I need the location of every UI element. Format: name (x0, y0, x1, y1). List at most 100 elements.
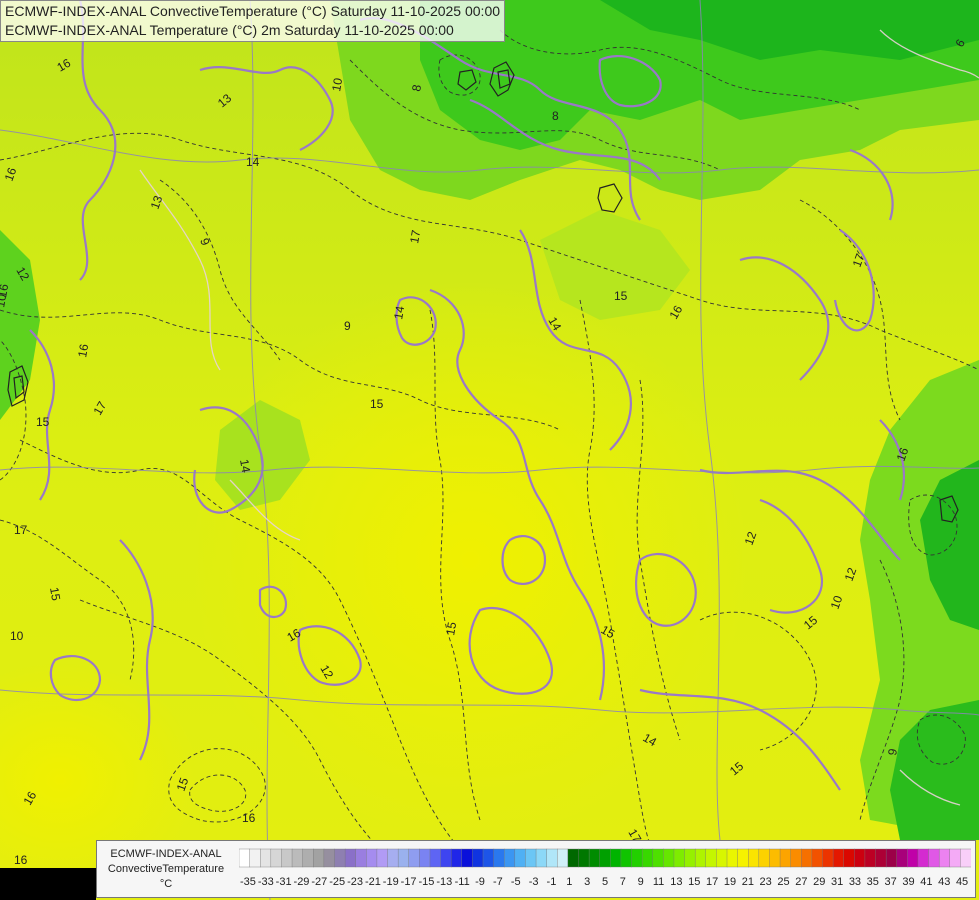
colorbar-cell (960, 848, 971, 868)
colorbar-cell (801, 848, 813, 868)
warm-area-central (190, 280, 750, 840)
colorbar-cell (355, 848, 367, 868)
colorbar-cell (376, 848, 389, 868)
colorbar-cell (429, 848, 442, 868)
map-title-box: ECMWF-INDEX-ANAL ConvectiveTemperature (… (0, 0, 506, 42)
colorbar-cell (716, 848, 728, 868)
colorbar-cell (482, 848, 495, 868)
contour-label: 16 (75, 343, 91, 359)
weather-map: 16 16 15 14 13 10 8 8 15 16 17 16 15 14 … (0, 0, 979, 900)
colorbar-cell (567, 848, 579, 868)
legend-title: ECMWF-INDEX-ANAL ConvectiveTemperature °… (101, 847, 231, 892)
colorbar-tick-label: -33 (258, 876, 274, 888)
colorbar-cell (323, 848, 335, 868)
contour-label: 10 (329, 77, 345, 93)
colorbar-cell (239, 848, 251, 868)
colorbar-cell (779, 848, 792, 868)
colorbar-cell (832, 848, 845, 868)
colorbar-tick-label: 33 (849, 876, 861, 888)
colorbar-cell (673, 848, 686, 868)
colorbar-cell (599, 848, 611, 868)
colorbar-cell (281, 848, 293, 868)
colorbar-cell (641, 848, 654, 868)
no-data-corner (0, 868, 96, 900)
colorbar-tick-label: -25 (329, 876, 345, 888)
colorbar-tick-label: 1 (566, 876, 572, 888)
colorbar-cell (588, 848, 601, 868)
colorbar-cell (938, 848, 951, 868)
colorbar-cell (705, 848, 717, 868)
legend-unit: °C (159, 878, 173, 890)
contour-label: 14 (391, 305, 407, 321)
colorbar-cell (822, 848, 834, 868)
colorbar-tick-label: 21 (742, 876, 754, 888)
contour-label: 15 (443, 621, 459, 637)
colorbar-tick-label: 37 (885, 876, 897, 888)
legend-model: ECMWF-INDEX-ANAL (110, 848, 222, 860)
colorbar-tick-label: -23 (347, 876, 363, 888)
colorbar-tick-label: 41 (920, 876, 932, 888)
contour-label: 14 (237, 458, 253, 474)
colorbar-cell (885, 848, 898, 868)
colorbar-tick-label: -9 (475, 876, 485, 888)
colorbar-tick-label: -27 (311, 876, 327, 888)
colorbar-cell (472, 848, 484, 868)
colorbar-cell (875, 848, 887, 868)
colorbar-cell (291, 848, 304, 868)
colorbar-tick-label: 17 (706, 876, 718, 888)
contour-label: 16 (242, 811, 256, 825)
colorbar-cell (557, 848, 569, 868)
colorbar-tick-label: -31 (276, 876, 292, 888)
colorbar-cell (928, 848, 940, 868)
colorbar-tick-label: 35 (867, 876, 879, 888)
colorbar-tick-label: -3 (529, 876, 539, 888)
contour-label: 15 (614, 289, 628, 303)
colorbar-cell (535, 848, 548, 868)
colorbar-tick-label: 3 (584, 876, 590, 888)
contour-label: 15 (370, 397, 384, 411)
colorbar-tick-label: 39 (902, 876, 914, 888)
colorbar-cell (652, 848, 664, 868)
colorbar-cell (694, 848, 707, 868)
colorbar-cell (514, 848, 526, 868)
contour-label: 9 (344, 319, 351, 333)
colorbar-tick-label: -15 (419, 876, 435, 888)
colorbar-cell (344, 848, 357, 868)
map-title-convective: ECMWF-INDEX-ANAL ConvectiveTemperature (… (5, 3, 501, 19)
colorbar-cell (769, 848, 781, 868)
colorbar-cell (260, 848, 272, 868)
colorbar-cell (387, 848, 399, 868)
colorbar-tick-label: -35 (240, 876, 256, 888)
colorbar-tick-label: 29 (813, 876, 825, 888)
colorbar-cell (366, 848, 378, 868)
colorbar-cell (334, 848, 346, 868)
colorbar-cell (440, 848, 452, 868)
colorbar-cell (790, 848, 802, 868)
colorbar-tick-label: -21 (365, 876, 381, 888)
colorbar-cell (525, 848, 537, 868)
colorbar-tick-label: 27 (795, 876, 807, 888)
colorbar-tick-label: -5 (511, 876, 521, 888)
colorbar-cell (610, 848, 622, 868)
colorbar-cell (504, 848, 516, 868)
colorbar-cell (726, 848, 739, 868)
contour-label: 10 (10, 629, 24, 643)
color-legend: ECMWF-INDEX-ANAL ConvectiveTemperature °… (96, 840, 976, 898)
colorbar-cell (864, 848, 877, 868)
colorbar-cell (748, 848, 760, 868)
colorbar-cell (631, 848, 643, 868)
colorbar-cell (917, 848, 930, 868)
colorbar-cell (419, 848, 431, 868)
colorbar-cell (270, 848, 282, 868)
colorbar-cell (737, 848, 749, 868)
colorbar-tick-label: 25 (777, 876, 789, 888)
colorbar-cell (684, 848, 696, 868)
colorbar-cell (302, 848, 314, 868)
colorbar-tick-label: -17 (401, 876, 417, 888)
legend-variable: ConvectiveTemperature (107, 863, 225, 875)
colorbar-cell (620, 848, 633, 868)
colorbar-tick-label: 11 (653, 876, 664, 888)
colorbar-tick-label: 31 (831, 876, 843, 888)
colorbar-tick-label: -1 (547, 876, 557, 888)
colorbar-tick-label: -29 (294, 876, 310, 888)
